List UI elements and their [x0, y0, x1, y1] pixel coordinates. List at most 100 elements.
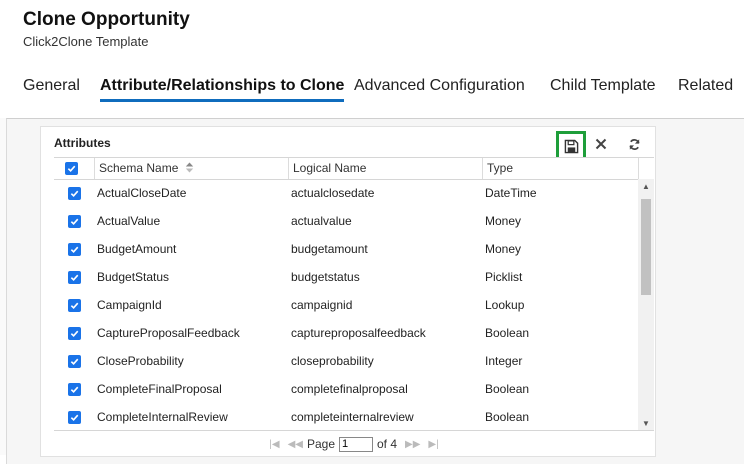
column-header-type[interactable]: Type: [482, 158, 638, 179]
cell-logical-name: budgetamount: [291, 242, 368, 256]
cell-schema-name: ActualValue: [97, 214, 161, 228]
vertical-scrollbar[interactable]: ▲ ▼: [638, 179, 654, 430]
pager: |◀ ◀◀ Page of 4 ▶▶ ▶|: [54, 430, 654, 457]
check-icon: [70, 414, 78, 421]
grid-header: Schema Name Logical Name Type: [54, 157, 654, 180]
save-icon: [564, 139, 578, 153]
table-row[interactable]: BudgetStatus budgetstatus Picklist: [54, 263, 638, 291]
page-title: Clone Opportunity: [23, 9, 190, 30]
select-all-checkbox[interactable]: [65, 162, 78, 175]
cell-type: Money: [485, 214, 522, 228]
row-checkbox[interactable]: [67, 186, 81, 200]
next-page-icon[interactable]: ▶▶: [405, 439, 420, 450]
page-label: Page: [306, 437, 335, 451]
row-checkbox[interactable]: [67, 298, 81, 312]
table-row[interactable]: CaptureProposalFeedback captureproposalfe…: [54, 319, 638, 347]
row-checkbox[interactable]: [67, 326, 81, 340]
row-select-cell: [54, 347, 94, 375]
refresh-icon: [629, 138, 639, 150]
check-icon: [70, 330, 78, 337]
column-header-logical-name[interactable]: Logical Name: [288, 158, 482, 179]
last-page-icon[interactable]: ▶|: [428, 439, 438, 450]
row-checkbox[interactable]: [67, 410, 81, 424]
attributes-grid: Attributes Schema Name Logical Name Type…: [40, 126, 656, 457]
tab-child-template[interactable]: Child Template: [550, 74, 656, 98]
cell-logical-name: completefinalproposal: [291, 382, 408, 396]
row-select-cell: [54, 179, 94, 207]
row-checkbox[interactable]: [67, 354, 81, 368]
cell-logical-name: actualvalue: [291, 214, 352, 228]
grid-title: Attributes: [54, 136, 111, 150]
row-select-cell: [54, 235, 94, 263]
cell-type: Boolean: [485, 326, 530, 340]
tab-bar: General Attribute/Relationships to Clone…: [0, 74, 744, 104]
cancel-button[interactable]: [591, 134, 611, 154]
select-all-cell: [54, 158, 94, 179]
page-count: of 4: [377, 437, 398, 451]
cell-type: Lookup: [485, 298, 525, 312]
check-icon: [70, 274, 78, 281]
cell-logical-name: completeinternalreview: [291, 410, 414, 424]
column-header-spacer: [638, 158, 654, 179]
check-icon: [70, 218, 78, 225]
row-checkbox[interactable]: [67, 270, 81, 284]
grid-body: ActualCloseDate actualclosedate DateTime Ac…: [54, 179, 638, 430]
first-page-icon[interactable]: |◀: [269, 439, 279, 450]
table-row[interactable]: CampaignId campaignid Lookup: [54, 291, 638, 319]
table-row[interactable]: BudgetAmount budgetamount Money: [54, 235, 638, 263]
page-header: Clone Opportunity Click2Clone Template: [23, 8, 190, 50]
table-row[interactable]: CompleteInternalReview completeinternalre…: [54, 403, 638, 430]
sort-icon[interactable]: [185, 162, 194, 173]
cell-schema-name: CloseProbability: [97, 354, 184, 368]
page-number-input[interactable]: [339, 436, 373, 452]
row-select-cell: [54, 263, 94, 291]
column-label-schema-name: Schema Name: [99, 161, 179, 175]
check-icon: [70, 386, 78, 393]
refresh-button[interactable]: [624, 134, 644, 154]
cell-schema-name: CampaignId: [97, 298, 162, 312]
check-icon: [70, 190, 78, 197]
check-icon: [70, 246, 78, 253]
cell-logical-name: budgetstatus: [291, 270, 360, 284]
cell-type: Money: [485, 242, 522, 256]
row-select-cell: [54, 319, 94, 347]
cell-type: Boolean: [485, 382, 530, 396]
cell-type: DateTime: [485, 186, 537, 200]
row-select-cell: [54, 291, 94, 319]
check-icon: [70, 302, 78, 309]
tab-attribute-relationships[interactable]: Attribute/Relationships to Clone: [100, 74, 345, 102]
row-select-cell: [54, 375, 94, 403]
table-row[interactable]: CompleteFinalProposal completefinalpropos…: [54, 375, 638, 403]
row-select-cell: [54, 207, 94, 235]
column-header-schema-name[interactable]: Schema Name: [94, 158, 288, 179]
cell-logical-name: closeprobability: [291, 354, 374, 368]
scroll-up-icon[interactable]: ▲: [638, 179, 654, 193]
tab-general[interactable]: General: [23, 74, 80, 98]
scroll-down-icon[interactable]: ▼: [638, 416, 654, 430]
row-select-cell: [54, 403, 94, 430]
tab-related[interactable]: Related: [678, 74, 733, 98]
row-checkbox[interactable]: [67, 214, 81, 228]
row-checkbox[interactable]: [67, 382, 81, 396]
cell-schema-name: BudgetStatus: [97, 270, 170, 284]
close-icon: [595, 138, 607, 150]
table-row[interactable]: ActualCloseDate actualclosedate DateTime: [54, 179, 638, 207]
prev-page-icon[interactable]: ◀◀: [288, 439, 303, 450]
check-icon: [67, 165, 76, 173]
table-row[interactable]: CloseProbability closeprobability Integer: [54, 347, 638, 375]
cell-type: Boolean: [485, 410, 530, 424]
row-checkbox[interactable]: [67, 242, 81, 256]
tab-advanced-configuration[interactable]: Advanced Configuration: [354, 74, 525, 98]
cell-schema-name: CaptureProposalFeedback: [97, 326, 240, 340]
cell-logical-name: actualclosedate: [291, 186, 375, 200]
cell-type: Picklist: [485, 270, 523, 284]
table-row[interactable]: ActualValue actualvalue Money: [54, 207, 638, 235]
cell-logical-name: captureproposalfeedback: [291, 326, 426, 340]
check-icon: [70, 358, 78, 365]
cell-schema-name: CompleteInternalReview: [97, 410, 228, 424]
cell-logical-name: campaignid: [291, 298, 353, 312]
cell-schema-name: ActualCloseDate: [97, 186, 187, 200]
page-subtitle: Click2Clone Template: [23, 34, 149, 49]
scroll-thumb[interactable]: [641, 199, 651, 295]
cell-schema-name: BudgetAmount: [97, 242, 177, 256]
